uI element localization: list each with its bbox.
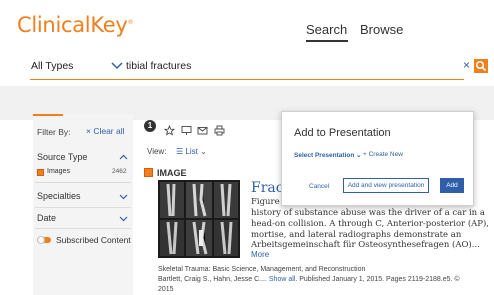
divider xyxy=(35,228,131,229)
search-input[interactable]: tibial fractures xyxy=(126,60,191,72)
print-icon[interactable] xyxy=(214,125,225,136)
search-input-underline xyxy=(124,79,464,80)
chevron-down-icon[interactable] xyxy=(119,214,128,223)
cancel-button[interactable]: Cancel xyxy=(309,183,329,190)
search-bar: All Types tibial fractures × xyxy=(22,56,488,80)
specialties-heading[interactable]: Specialties xyxy=(37,191,81,201)
selected-count-badge: 1 xyxy=(144,120,156,132)
toggle-knob xyxy=(37,236,45,244)
add-and-view-button[interactable]: Add and view presentation xyxy=(343,178,429,193)
images-checkbox[interactable] xyxy=(37,169,44,176)
email-icon[interactable] xyxy=(197,125,208,136)
star-icon[interactable] xyxy=(164,125,175,136)
source-title[interactable]: Skeletal Trauma: Basic Science, Manageme… xyxy=(158,266,365,273)
type-select[interactable]: All Types xyxy=(31,60,73,72)
subscribed-toggle[interactable] xyxy=(37,236,51,244)
publication-year: 2015 xyxy=(158,286,174,293)
snippet-line: history of substance abuse was the drive… xyxy=(251,208,485,218)
nav-search[interactable]: Search xyxy=(306,22,347,37)
source-type-heading[interactable]: Source Type xyxy=(37,152,87,162)
images-count: 2462 xyxy=(112,168,127,175)
more-link[interactable]: More xyxy=(251,250,269,259)
result-checkbox[interactable] xyxy=(144,168,153,177)
subscribed-content-label: Subscribed Content xyxy=(56,235,131,245)
divider xyxy=(35,182,131,183)
presentation-icon[interactable] xyxy=(181,125,192,136)
filter-sidebar: Filter By: × Clear all Source Type Image… xyxy=(33,114,133,295)
show-all-link[interactable]: Show all xyxy=(269,276,295,283)
search-button[interactable] xyxy=(474,59,488,73)
images-filter-label[interactable]: Images xyxy=(47,168,70,175)
magnifier-icon xyxy=(475,60,487,72)
authors-line: Bartlett, Craig S., Hahn, Jesse C.... Sh… xyxy=(158,276,460,283)
dialog-title: Add to Presentation xyxy=(294,127,391,139)
chevron-up-icon[interactable] xyxy=(119,153,128,162)
clinicalkey-logo[interactable]: ClinicalKey® xyxy=(17,13,133,37)
divider xyxy=(35,207,131,208)
filter-by-label: Filter By: xyxy=(37,127,71,137)
nav-search-active-underline xyxy=(306,40,348,42)
type-select-underline xyxy=(30,79,134,80)
view-label: View: xyxy=(147,147,167,156)
add-button[interactable]: Add xyxy=(440,178,464,193)
snippet-line: mortise, and lateral radiographs demonst… xyxy=(251,230,462,240)
image-type-heading: IMAGE xyxy=(157,168,187,178)
view-list-select[interactable]: ☰ List ⌄ xyxy=(176,147,207,156)
add-to-presentation-dialog: Add to Presentation Select Presentation … xyxy=(281,111,474,206)
snippet-line: Arbeitsgemeinschaft für Osteosynthesefra… xyxy=(251,240,480,250)
date-heading[interactable]: Date xyxy=(37,213,56,223)
snippet-line: head-on collision. A through C, Anterior… xyxy=(251,219,490,229)
clear-all-link[interactable]: × Clear all xyxy=(86,126,125,136)
xray-image xyxy=(158,180,240,258)
nav-browse[interactable]: Browse xyxy=(360,22,403,37)
clear-search-icon[interactable]: × xyxy=(463,58,470,72)
header: ClinicalKey® Search Browse xyxy=(0,0,494,56)
create-new-link[interactable]: + Create New xyxy=(363,151,403,158)
chevron-down-icon[interactable] xyxy=(119,192,128,201)
chevron-down-icon[interactable] xyxy=(110,58,124,72)
select-presentation-dropdown[interactable]: Select Presentation ⌄ xyxy=(294,151,362,159)
result-thumbnail[interactable] xyxy=(158,180,240,258)
sidebar-accent-line xyxy=(33,114,63,116)
